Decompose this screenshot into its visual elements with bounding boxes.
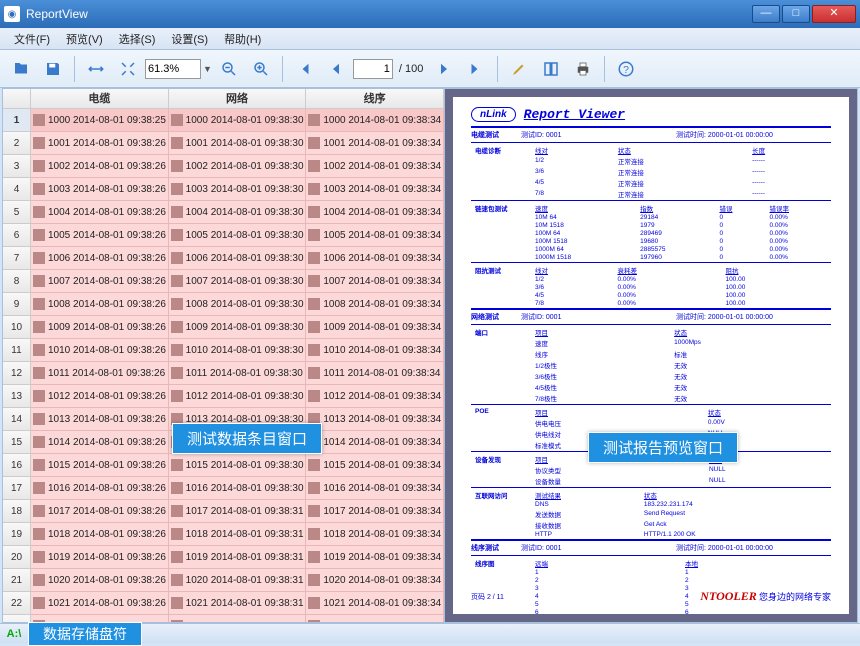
table-resistance: 阻抗测试线对衰耗差阻抗1/20.00%100.003/60.00%100.004… xyxy=(471,264,831,307)
table-row[interactable]: 131012 2014-08-01 09:38:261012 2014-08-0… xyxy=(3,385,444,408)
slogan: 您身边的网络专家 xyxy=(759,592,831,602)
save-button[interactable] xyxy=(38,54,68,84)
table-row[interactable]: 191018 2014-08-01 09:38:261018 2014-08-0… xyxy=(3,523,444,546)
close-button[interactable]: ✕ xyxy=(812,5,856,23)
table-row[interactable]: 41003 2014-08-01 09:38:261003 2014-08-01… xyxy=(3,178,444,201)
table-row[interactable]: 121011 2014-08-01 09:38:261011 2014-08-0… xyxy=(3,362,444,385)
print-button[interactable] xyxy=(568,54,598,84)
statusbar: A:\ 数据存储盘符 xyxy=(0,623,860,643)
table-row[interactable]: 61005 2014-08-01 09:38:261005 2014-08-01… xyxy=(3,224,444,247)
table-port: 端口项目状态速度1000Mps线序标准1/2极性无效3/6极性无效4/5极性无效… xyxy=(471,326,831,403)
table-row[interactable]: 71006 2014-08-01 09:38:261006 2014-08-01… xyxy=(3,247,444,270)
drive-letter: A:\ xyxy=(0,628,28,640)
dropdown-icon[interactable]: ▼ xyxy=(203,64,212,74)
menu-file[interactable]: 文件(F) xyxy=(6,31,58,47)
callout-preview: 测试报告预览窗口 xyxy=(588,432,738,463)
table-internet: 互联网访问测试结果状态DNS183.232.231.174发送数据Send Re… xyxy=(471,489,831,538)
table-diag: 电缆诊断线对状态长度1/2正常连接------3/6正常连接------4/5正… xyxy=(471,144,831,199)
table-speed: 链速包测试速度指数错误错误率10M 642918400.00%10M 15181… xyxy=(471,202,831,261)
grid-header: 电缆 网络 线序 xyxy=(3,89,444,109)
table-row[interactable]: 171016 2014-08-01 09:38:261016 2014-08-0… xyxy=(3,477,444,500)
help-button[interactable]: ? xyxy=(611,54,641,84)
table-row[interactable]: 201019 2014-08-01 09:38:261019 2014-08-0… xyxy=(3,546,444,569)
next-page-button[interactable] xyxy=(429,54,459,84)
fit-page-button[interactable] xyxy=(113,54,143,84)
table-row[interactable]: 221021 2014-08-01 09:38:261021 2014-08-0… xyxy=(3,592,444,615)
table-row[interactable]: 181017 2014-08-01 09:38:261017 2014-08-0… xyxy=(3,500,444,523)
preview-pane[interactable]: nLink Report Viewer 电缆测试测试ID: 0001测试时间: … xyxy=(445,89,857,622)
col-cable[interactable]: 电缆 xyxy=(31,89,169,108)
table-row[interactable]: 91008 2014-08-01 09:38:261008 2014-08-01… xyxy=(3,293,444,316)
menubar: 文件(F) 预览(V) 选择(S) 设置(S) 帮助(H) xyxy=(0,28,860,50)
page-total: / 100 xyxy=(399,63,423,75)
svg-text:?: ? xyxy=(623,63,629,75)
section-network: 网络测试 xyxy=(471,312,521,322)
drive-label: 数据存储盘符 xyxy=(28,622,142,646)
table-row[interactable]: 51004 2014-08-01 09:38:261004 2014-08-01… xyxy=(3,201,444,224)
maximize-button[interactable]: □ xyxy=(782,5,810,23)
menu-settings[interactable]: 设置(S) xyxy=(163,31,216,47)
col-wiremap[interactable]: 线序 xyxy=(306,89,444,108)
nlink-logo: nLink xyxy=(471,107,516,122)
table-row[interactable]: 31002 2014-08-01 09:38:261002 2014-08-01… xyxy=(3,155,444,178)
table-row[interactable]: 21001 2014-08-01 09:38:261001 2014-08-01… xyxy=(3,132,444,155)
window-title: ReportView xyxy=(26,7,88,21)
col-network[interactable]: 网络 xyxy=(169,89,307,108)
minimize-button[interactable]: — xyxy=(752,5,780,23)
layout-button[interactable] xyxy=(536,54,566,84)
section-wiremap: 线序测试 xyxy=(471,543,521,553)
table-row[interactable]: 161015 2014-08-01 09:38:261015 2014-08-0… xyxy=(3,454,444,477)
fit-width-button[interactable] xyxy=(81,54,111,84)
table-row[interactable]: 81007 2014-08-01 09:38:261007 2014-08-01… xyxy=(3,270,444,293)
zoom-input[interactable] xyxy=(145,59,201,79)
page-indicator: 页码 2 / 11 xyxy=(471,592,504,602)
data-list-pane: 电缆 网络 线序 11000 2014-08-01 09:38:251000 2… xyxy=(3,89,445,622)
section-cable: 电缆测试 xyxy=(471,130,521,140)
titlebar: ◉ ReportView — □ ✕ xyxy=(0,0,860,28)
table-row[interactable]: 11000 2014-08-01 09:38:251000 2014-08-01… xyxy=(3,109,444,132)
zoom-out-button[interactable] xyxy=(214,54,244,84)
highlight-button[interactable] xyxy=(504,54,534,84)
menu-preview[interactable]: 预览(V) xyxy=(58,31,111,47)
page-input[interactable] xyxy=(353,59,393,79)
table-wiremap: 线序图远端本地1122334455667788 xyxy=(471,557,831,614)
last-page-button[interactable] xyxy=(461,54,491,84)
table-row[interactable]: 211020 2014-08-01 09:38:261020 2014-08-0… xyxy=(3,569,444,592)
viewer-title: Report Viewer xyxy=(524,107,625,122)
callout-data-list: 测试数据条目窗口 xyxy=(172,423,322,454)
menu-help[interactable]: 帮助(H) xyxy=(216,31,269,47)
toolbar: ▼ / 100 ? xyxy=(0,50,860,88)
menu-select[interactable]: 选择(S) xyxy=(111,31,164,47)
open-button[interactable] xyxy=(6,54,36,84)
first-page-button[interactable] xyxy=(289,54,319,84)
table-row[interactable]: 111010 2014-08-01 09:38:261010 2014-08-0… xyxy=(3,339,444,362)
grid-body[interactable]: 11000 2014-08-01 09:38:251000 2014-08-01… xyxy=(3,109,444,622)
app-icon: ◉ xyxy=(4,6,20,22)
zoom-in-button[interactable] xyxy=(246,54,276,84)
prev-page-button[interactable] xyxy=(321,54,351,84)
ntooler-logo: NTOOLER xyxy=(700,589,756,603)
report-preview: nLink Report Viewer 电缆测试测试ID: 0001测试时间: … xyxy=(453,97,849,614)
table-row[interactable]: 101009 2014-08-01 09:38:261009 2014-08-0… xyxy=(3,316,444,339)
